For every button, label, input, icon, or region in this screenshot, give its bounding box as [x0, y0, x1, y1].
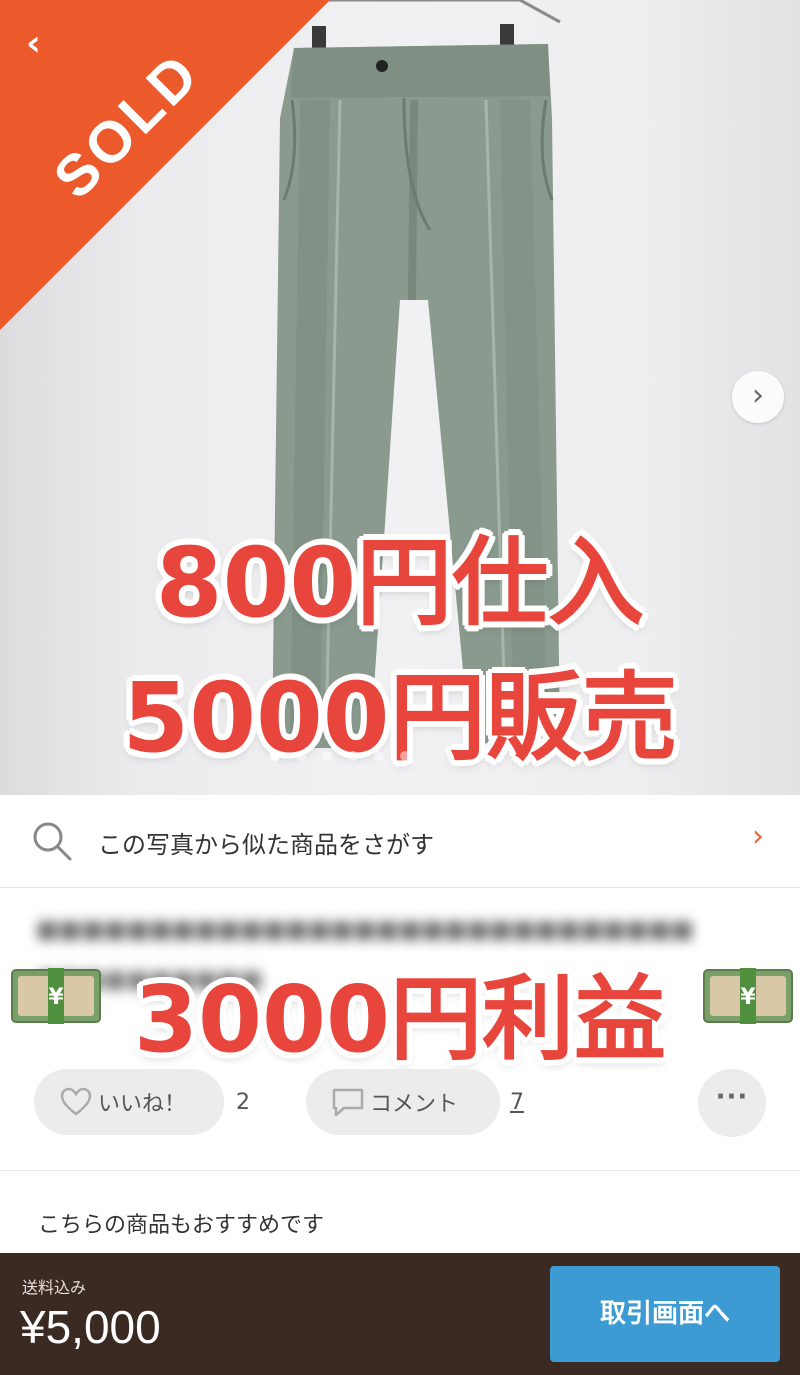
similar-search-row[interactable]: この写真から似た商品をさがす ›: [0, 795, 800, 888]
price: ¥5,000: [20, 1301, 161, 1353]
search-icon: [33, 822, 72, 861]
overlay-profit-text: 3000円利益: [133, 966, 667, 1073]
more-options-button[interactable]: ···: [698, 1069, 766, 1137]
like-button[interactable]: いいね！: [34, 1069, 224, 1135]
recommend-heading: こちらの商品もおすすめです: [38, 1213, 325, 1238]
carousel-dot[interactable]: [400, 751, 410, 761]
back-button[interactable]: ‹: [26, 26, 66, 66]
transaction-button[interactable]: 取引画面へ: [550, 1266, 780, 1362]
carousel-dot[interactable]: [296, 751, 306, 761]
next-photo-button[interactable]: ›: [732, 371, 784, 423]
more-icon: ···: [715, 1082, 749, 1112]
comment-button[interactable]: コメント: [306, 1069, 500, 1135]
chevron-right-icon: ›: [752, 378, 764, 413]
carousel-dot[interactable]: [322, 751, 332, 761]
similar-search-label: この写真から似た商品をさがす: [98, 831, 434, 859]
carousel-dots: [270, 751, 410, 761]
comment-count[interactable]: 7: [510, 1090, 524, 1115]
overlay-purchase-text: 800円仕入: [155, 527, 645, 639]
carousel-dot[interactable]: [374, 751, 384, 761]
shipping-note: 送料込み: [22, 1278, 87, 1297]
carousel-dot[interactable]: [270, 751, 280, 761]
comment-label: コメント: [370, 1092, 459, 1117]
like-count: 2: [236, 1090, 250, 1115]
chevron-right-icon: ›: [752, 819, 764, 854]
like-label: いいね！: [98, 1092, 187, 1117]
comment-icon: [332, 1088, 364, 1117]
heart-icon: [60, 1087, 92, 1116]
product-photo[interactable]: SOLD ‹ › 800円仕入 5000円販売: [0, 0, 800, 795]
section-divider: [0, 1170, 800, 1171]
carousel-dot[interactable]: [348, 751, 358, 761]
chevron-left-icon: ‹: [26, 23, 41, 64]
